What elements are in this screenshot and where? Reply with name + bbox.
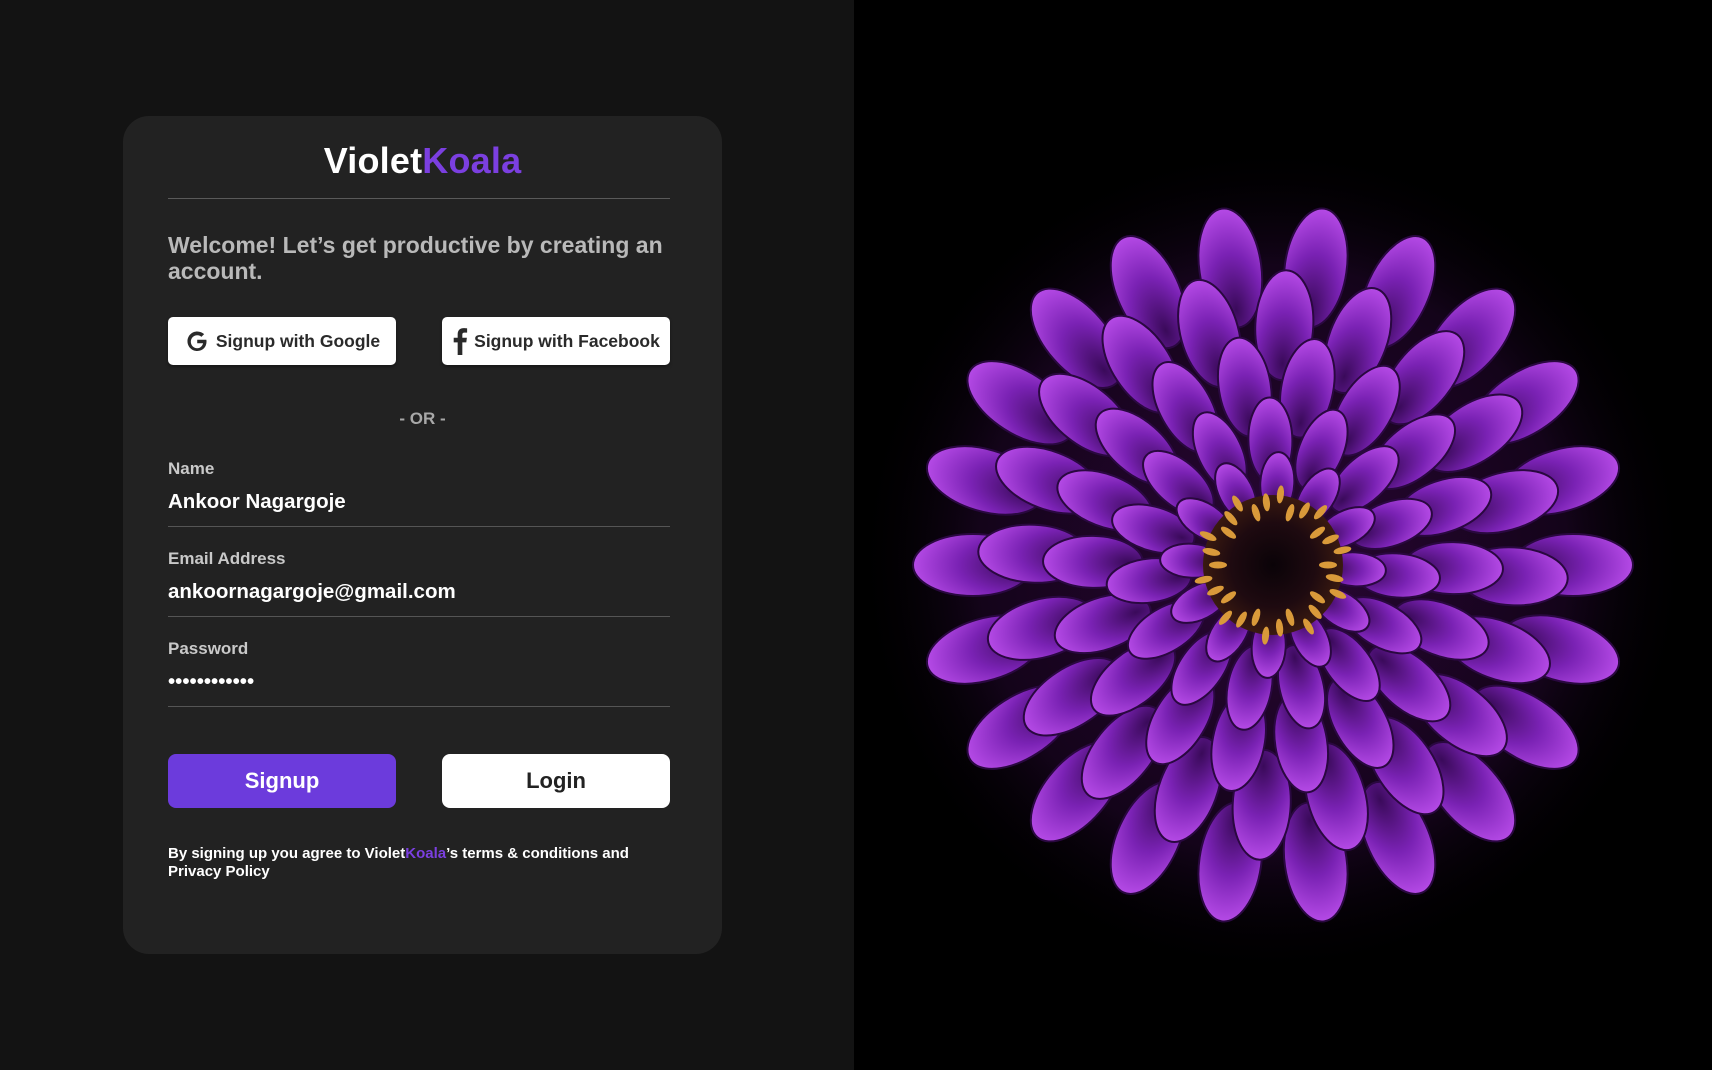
name-field[interactable]: Name Ankoor Nagargoje bbox=[168, 459, 670, 527]
app-logo: VioletKoala bbox=[123, 140, 722, 182]
terms-prefix: By signing up you agree to Violet bbox=[168, 845, 406, 862]
facebook-icon bbox=[453, 328, 468, 355]
signup-button[interactable]: Signup bbox=[168, 754, 396, 808]
email-field[interactable]: Email Address ankoornagargoje@gmail.com bbox=[168, 549, 670, 617]
password-underline bbox=[168, 706, 670, 707]
password-input[interactable]: •••••••••••• bbox=[168, 669, 670, 695]
purple-flower-image bbox=[854, 140, 1693, 980]
left-panel: VioletKoala Welcome! Let’s get productiv… bbox=[0, 0, 854, 1070]
password-label: Password bbox=[168, 639, 249, 658]
logo-divider bbox=[168, 198, 670, 199]
signup-card: VioletKoala Welcome! Let’s get productiv… bbox=[123, 116, 722, 954]
login-button[interactable]: Login bbox=[442, 754, 670, 808]
signup-google-label: Signup with Google bbox=[215, 330, 381, 351]
or-divider: - OR - bbox=[399, 409, 446, 428]
name-input[interactable]: Ankoor Nagargoje bbox=[168, 489, 670, 515]
email-input[interactable]: ankoornagargoje@gmail.com bbox=[168, 579, 670, 605]
google-icon bbox=[187, 331, 207, 351]
signup-facebook-label: Signup with Facebook bbox=[474, 330, 660, 351]
password-field[interactable]: Password •••••••••••• bbox=[168, 639, 670, 707]
email-label: Email Address bbox=[168, 549, 286, 568]
logo-part-violet: Violet bbox=[323, 140, 423, 181]
terms-text: By signing up you agree to VioletKoala’s… bbox=[168, 845, 670, 881]
logo-part-koala: Koala bbox=[422, 140, 522, 181]
flower-stamen bbox=[1209, 561, 1227, 569]
terms-brand-highlight: Koala bbox=[405, 845, 447, 862]
flower-stamen bbox=[1319, 561, 1337, 569]
hero-image-panel bbox=[854, 0, 1712, 1070]
name-label: Name bbox=[168, 459, 215, 478]
welcome-heading: Welcome! Let’s get productive by creatin… bbox=[168, 232, 663, 284]
name-underline bbox=[168, 526, 670, 527]
signup-google-button[interactable]: Signup with Google bbox=[168, 317, 396, 365]
signup-facebook-button[interactable]: Signup with Facebook bbox=[442, 317, 670, 365]
email-underline bbox=[168, 616, 670, 617]
